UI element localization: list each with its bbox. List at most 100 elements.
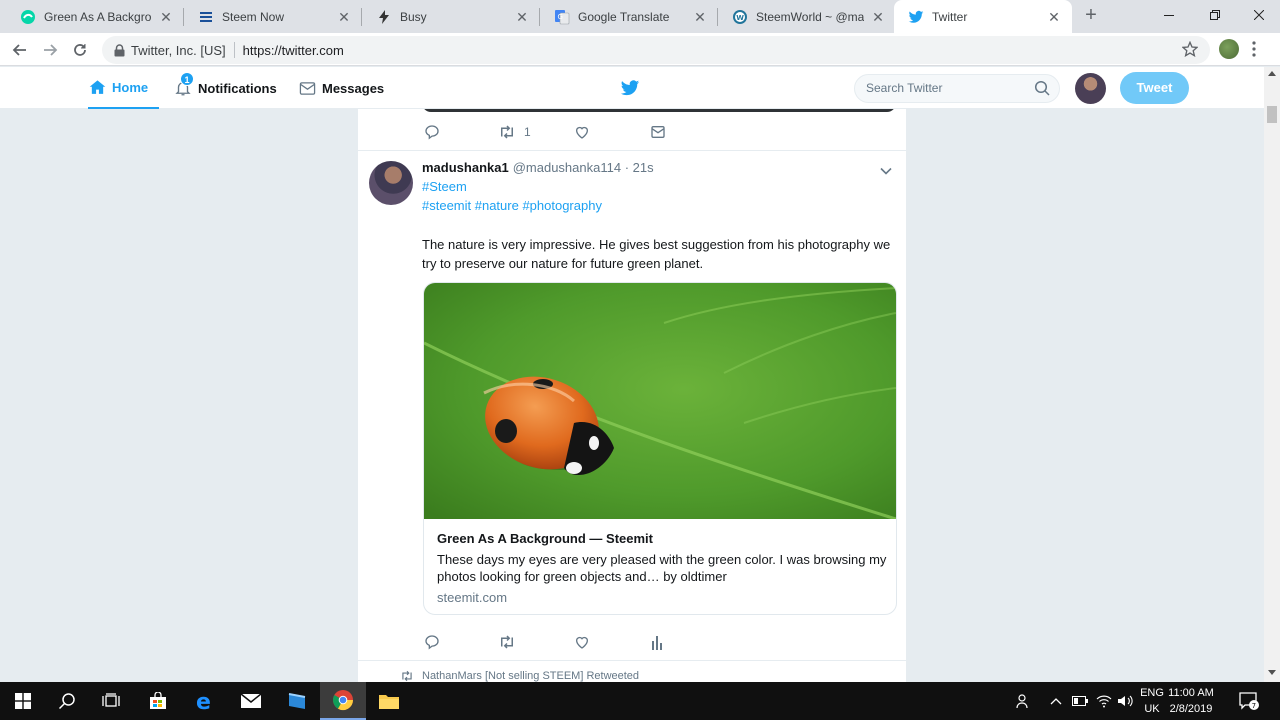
task-view-button[interactable]	[88, 682, 134, 720]
tab-twitter[interactable]: Twitter ✕	[894, 0, 1072, 33]
file-explorer-button[interactable]	[366, 682, 412, 720]
browser-profile-avatar[interactable]	[1219, 39, 1239, 59]
chrome-button[interactable]	[320, 682, 366, 720]
tweet-button[interactable]: Tweet	[1120, 72, 1189, 104]
restore-button[interactable]	[1192, 0, 1238, 30]
back-button[interactable]	[8, 38, 32, 62]
avatar[interactable]	[369, 161, 413, 205]
tab-title: Twitter	[932, 9, 968, 24]
reply-button[interactable]	[424, 124, 440, 140]
like-button[interactable]	[574, 634, 590, 650]
tweet-divider	[358, 660, 906, 661]
bolt-icon	[379, 9, 389, 24]
clock-time: 11:00 AM	[1168, 687, 1214, 699]
scroll-up-arrow-icon[interactable]	[1268, 71, 1276, 76]
close-icon[interactable]: ✕	[1046, 9, 1062, 25]
close-icon[interactable]: ✕	[870, 9, 886, 25]
tab-green-as-a-background[interactable]: Green As A Background ✕	[6, 0, 184, 33]
action-center-button[interactable]: 7	[1238, 682, 1260, 720]
link-card[interactable]: Green As A Background — Steemit These da…	[423, 282, 897, 615]
nav-home[interactable]: Home	[88, 67, 159, 109]
reload-button[interactable]	[68, 38, 92, 62]
tab-busy[interactable]: Busy ✕	[362, 0, 540, 33]
reply-icon	[425, 125, 439, 140]
volume-icon[interactable]	[1117, 682, 1133, 720]
tab-title: Steem Now	[222, 9, 285, 24]
tab-title: Google Translate	[578, 9, 670, 24]
new-tab-button[interactable]: +	[1080, 5, 1102, 27]
start-button[interactable]	[0, 682, 46, 720]
site-identity: Twitter, Inc. [US]	[131, 42, 226, 58]
tab-title: SteemWorld ~ @madu	[756, 9, 864, 24]
tray-overflow-icon[interactable]	[1050, 682, 1062, 720]
retweet-button[interactable]: 1	[498, 124, 531, 140]
analytics-icon	[652, 636, 662, 650]
envelope-icon	[299, 81, 316, 95]
store-button[interactable]	[135, 682, 181, 720]
mail-button[interactable]	[228, 682, 274, 720]
browser-toolbar: Twitter, Inc. [US] https://twitter.com	[0, 33, 1280, 66]
app-icon	[288, 693, 306, 709]
forward-button[interactable]	[38, 38, 62, 62]
windows-logo-icon	[15, 693, 31, 709]
scroll-thumb[interactable]	[1267, 106, 1277, 123]
nav-home-label: Home	[112, 79, 149, 95]
search-input[interactable]: Search Twitter	[854, 74, 1060, 103]
analytics-button[interactable]	[650, 634, 664, 650]
previous-tweet-media[interactable]	[422, 109, 896, 112]
people-icon[interactable]	[1016, 682, 1032, 720]
close-icon[interactable]: ✕	[336, 9, 352, 25]
notification-badge: 1	[180, 72, 194, 86]
tweet-actions	[422, 634, 896, 654]
scroll-down-arrow-icon[interactable]	[1268, 670, 1276, 675]
photos-button[interactable]	[274, 682, 320, 720]
tweet-author-name[interactable]: madushanka1	[422, 160, 509, 175]
reply-button[interactable]	[424, 634, 440, 650]
reload-icon	[74, 44, 86, 56]
tab-steemworld[interactable]: W SteemWorld ~ @madu ✕	[718, 0, 896, 33]
task-view-icon	[102, 693, 120, 707]
nav-notifications-label: Notifications	[198, 80, 277, 96]
chevron-down-icon[interactable]	[880, 165, 892, 177]
tab-steem-now[interactable]: Steem Now ✕	[184, 0, 362, 33]
avatar[interactable]	[1075, 73, 1106, 104]
edge-button[interactable]: e	[182, 682, 228, 720]
search-icon[interactable]	[1034, 80, 1050, 96]
tab-title: Green As A Background	[44, 9, 152, 24]
close-icon[interactable]: ✕	[158, 9, 174, 25]
wifi-icon[interactable]	[1096, 682, 1112, 720]
retweet-button[interactable]	[498, 634, 516, 650]
twitter-logo-icon[interactable]	[620, 78, 640, 98]
heart-icon	[576, 126, 588, 139]
browser-tab-strip: Green As A Background ✕ Steem Now ✕ Busy…	[0, 0, 1280, 33]
ladybug-image	[424, 283, 896, 519]
hashtag-line[interactable]: #steemit #nature #photography	[422, 198, 602, 213]
svg-text:W: W	[736, 14, 744, 22]
page-scrollbar[interactable]	[1264, 67, 1280, 682]
nav-messages[interactable]: Messages	[299, 67, 384, 109]
like-button[interactable]	[574, 124, 590, 140]
taskbar-search-button[interactable]	[44, 682, 90, 720]
search-icon	[58, 693, 75, 710]
taskbar-clock[interactable]: 11:00 AM 2/8/2019	[1160, 685, 1222, 717]
close-icon[interactable]: ✕	[692, 9, 708, 25]
tab-google-translate[interactable]: G Google Translate ✕	[540, 0, 718, 33]
retweet-icon	[501, 635, 513, 649]
minimize-button[interactable]	[1146, 0, 1192, 30]
battery-icon[interactable]	[1072, 682, 1088, 720]
close-icon[interactable]: ✕	[514, 9, 530, 25]
tweet-author-handle[interactable]: @madushanka114	[513, 160, 621, 175]
retweet-context[interactable]: NathanMars [Not selling STEEM] Retweeted	[400, 670, 639, 682]
tweet-timestamp[interactable]: · 21s	[625, 160, 654, 175]
close-window-button[interactable]	[1236, 0, 1280, 30]
folder-icon	[379, 695, 399, 709]
hashtag-line[interactable]: #Steem	[422, 179, 467, 194]
reply-icon	[425, 635, 439, 650]
bookmark-star-icon[interactable]	[1182, 41, 1198, 57]
more-vertical-icon[interactable]	[1252, 41, 1256, 57]
nav-notifications[interactable]: 1 Notifications	[174, 67, 277, 109]
address-bar[interactable]: Twitter, Inc. [US] https://twitter.com	[102, 36, 1210, 64]
home-icon	[89, 79, 106, 94]
previous-tweet-actions: 1	[422, 124, 896, 144]
direct-message-button[interactable]	[650, 124, 666, 140]
